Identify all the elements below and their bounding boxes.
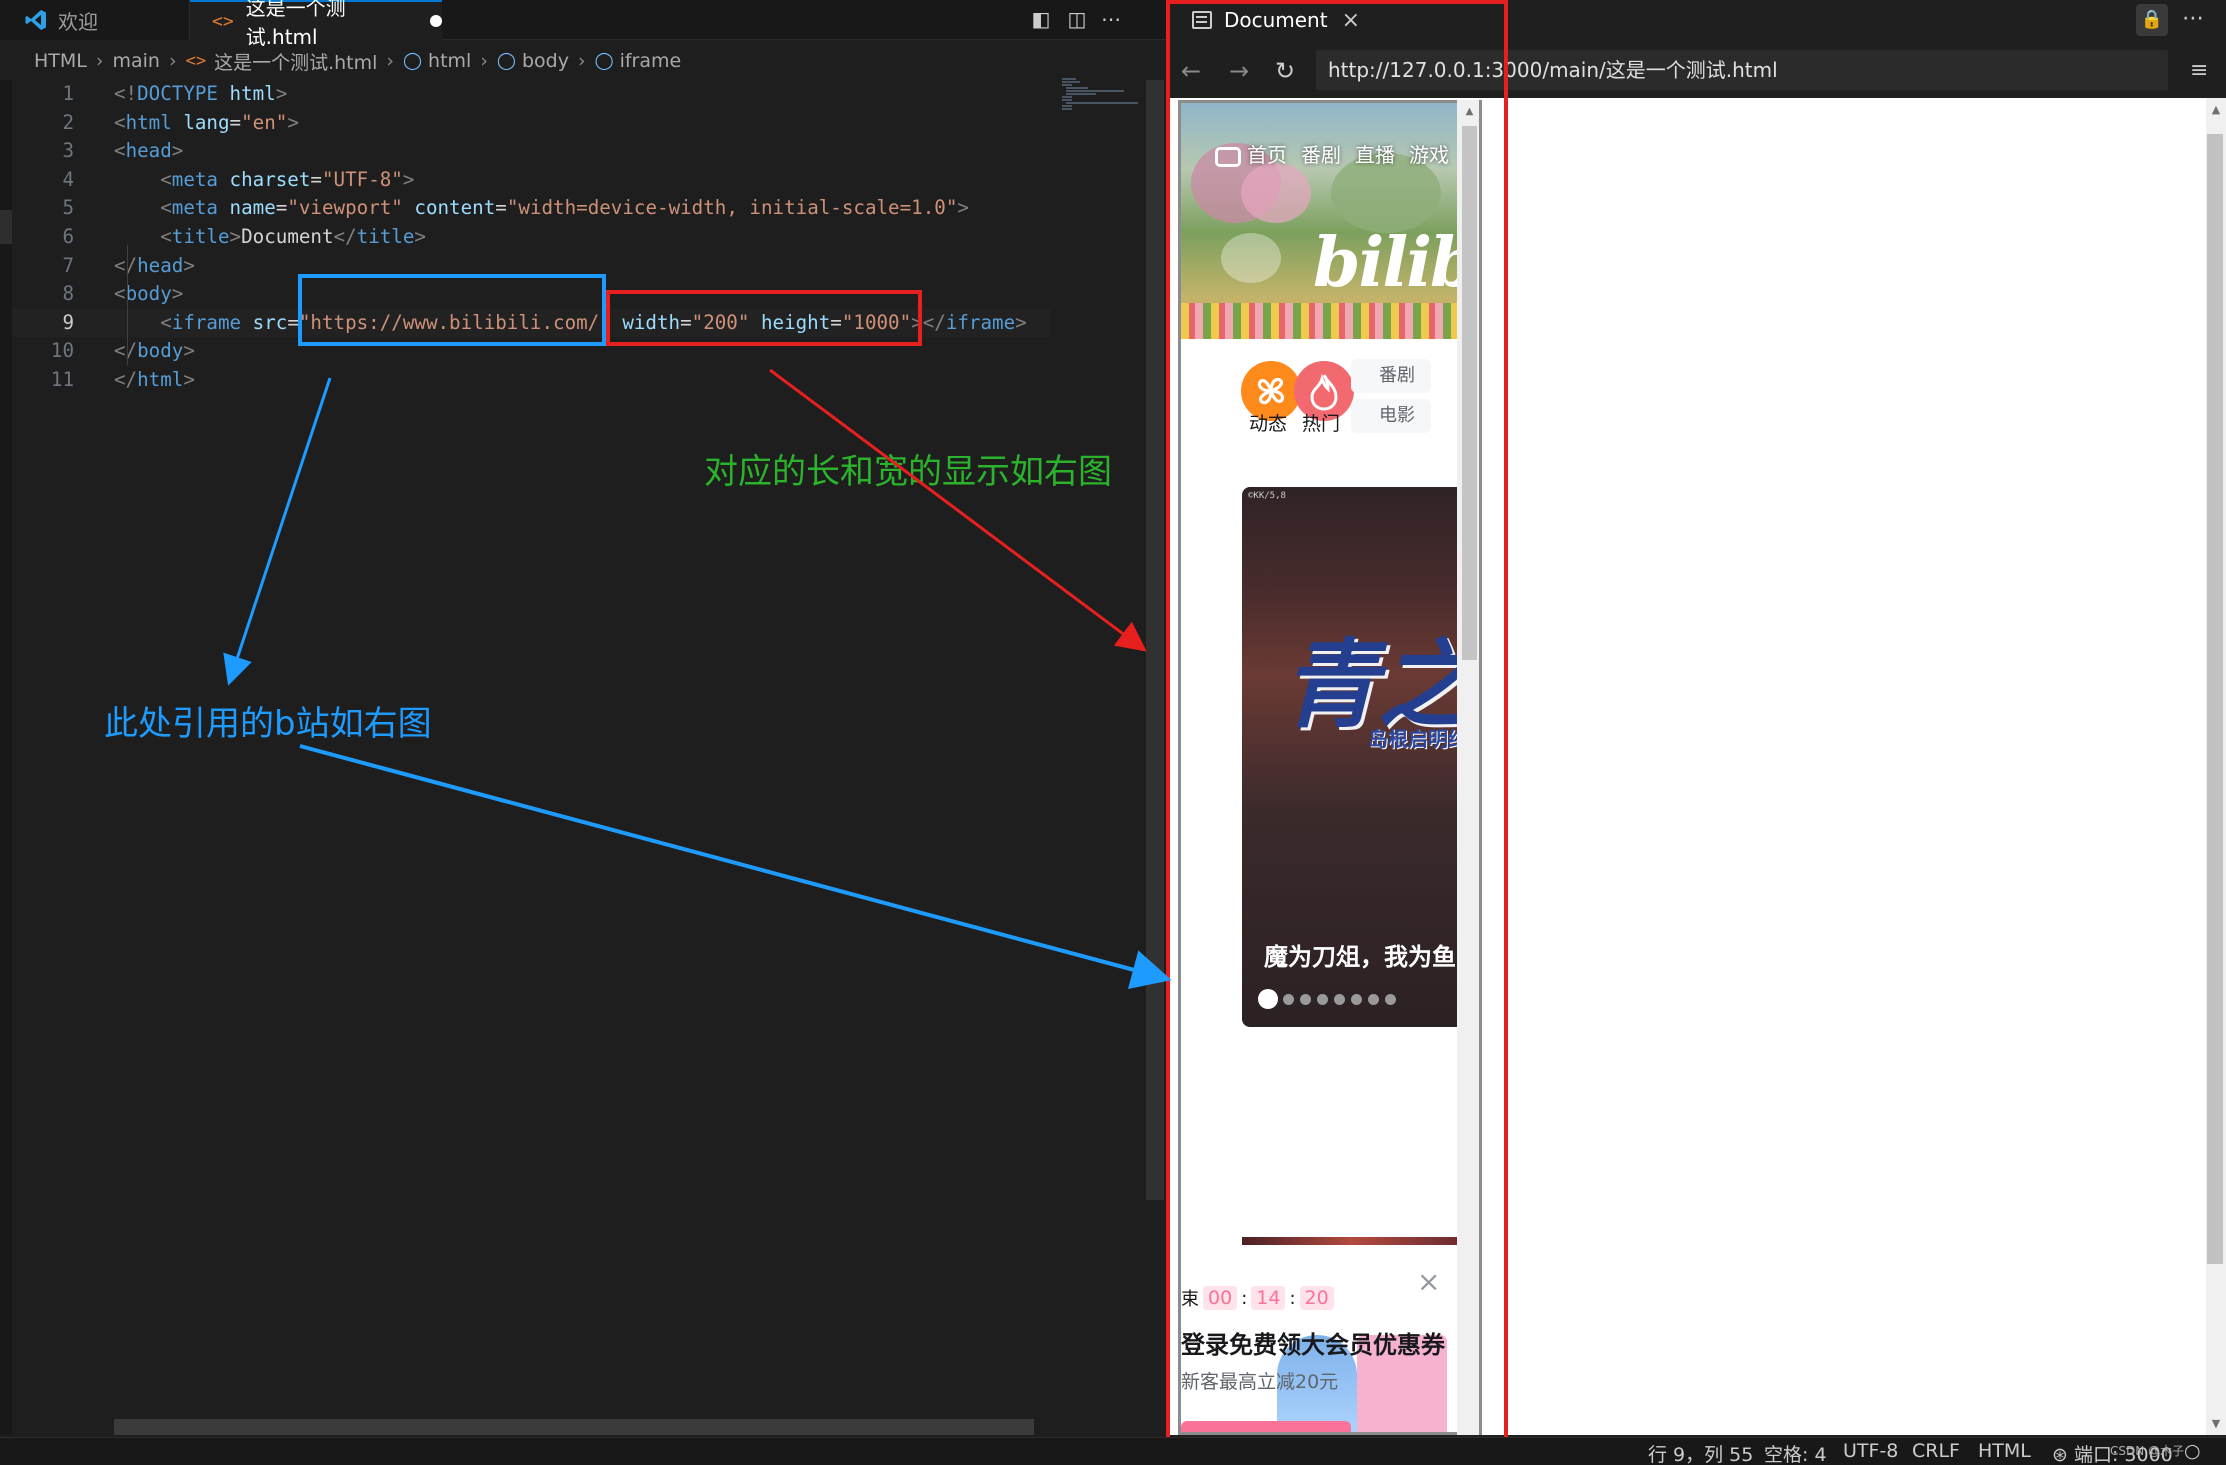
breadcrumb-item[interactable]: html [428, 50, 471, 72]
code-text: <head> [114, 139, 184, 163]
chevron-right-icon: › [480, 50, 488, 72]
vscode-icon [25, 10, 46, 30]
size-highlight-box [606, 290, 922, 346]
chevron-right-icon: › [577, 50, 586, 72]
annotation-size-note: 对应的长和宽的显示如右图 [704, 452, 1112, 492]
chevron-right-icon: › [95, 50, 104, 72]
line-number: 1 [62, 82, 74, 105]
more-actions-icon[interactable]: ⋯ [1100, 8, 1122, 30]
status-encoding[interactable]: UTF-8 [1843, 1440, 1898, 1462]
code-line[interactable]: 11 </html> [12, 366, 1050, 395]
tab-welcome[interactable]: 欢迎 [0, 0, 190, 40]
tab-html-file[interactable]: <> 这是一个测试.html [190, 0, 442, 49]
symbol-element-icon: ◯ [403, 51, 423, 71]
breadcrumb-item[interactable]: main [112, 50, 159, 72]
chevron-right-icon: › [386, 50, 394, 72]
code-text: <meta name="viewport" content="width=dev… [160, 196, 969, 220]
minimap[interactable] [1052, 76, 1152, 1426]
tab-welcome-label: 欢迎 [58, 9, 98, 34]
code-line[interactable]: 5 <meta name="viewport" content="width=d… [12, 194, 1050, 223]
line-number: 8 [62, 282, 74, 306]
unsaved-dot-icon[interactable] [430, 15, 442, 27]
line-number: 5 [62, 196, 74, 220]
open-preview-icon[interactable]: ◧ [1030, 8, 1052, 30]
code-text: <meta charset="UTF-8"> [160, 167, 415, 191]
status-indentation[interactable]: 空格: 4 [1764, 1440, 1827, 1465]
html-file-icon: <> [212, 10, 234, 32]
status-eol[interactable]: CRLF [1912, 1440, 1960, 1462]
scroll-down-arrow-icon[interactable]: ▼ [2210, 1418, 2222, 1430]
html-file-icon: <> [185, 51, 207, 71]
scroll-up-arrow-icon[interactable]: ▲ [2210, 104, 2222, 116]
line-number: 3 [62, 139, 74, 163]
watermark: CSDN @木子 [2110, 1444, 2185, 1458]
line-number: 10 [50, 339, 74, 363]
broadcast-icon: ⊛ [2052, 1444, 2074, 1465]
lock-icon[interactable]: 🔒 [2136, 4, 2168, 36]
symbol-element-icon: ◯ [496, 51, 516, 71]
page-scrollbar-thumb[interactable] [2207, 134, 2223, 1264]
code-line[interactable]: 1 <!DOCTYPE html> [12, 80, 1050, 109]
annotation-site-note: 此处引用的b站如右图 [104, 704, 432, 744]
line-number: 9 [62, 310, 74, 334]
more-actions-icon[interactable]: ⋯ [2182, 6, 2204, 31]
iframe-highlight-box [1166, 0, 1508, 1444]
split-editor-icon[interactable]: ◫ [1066, 8, 1088, 30]
line-number: 6 [62, 225, 74, 248]
line-number: 2 [62, 110, 74, 134]
status-language[interactable]: HTML [1978, 1440, 2031, 1462]
code-text: <title>Document</title> [160, 225, 426, 248]
symbol-element-icon: ◯ [594, 51, 614, 71]
bell-icon[interactable]: ○ [2184, 1440, 2201, 1462]
code-line[interactable]: 4 <meta charset="UTF-8"> [12, 166, 1050, 195]
editor-tab-bar: 欢迎 <> 这是一个测试.html ◧ ◫ ⋯ [0, 0, 1166, 49]
breadcrumb-item[interactable]: iframe [620, 50, 682, 72]
code-text: <html lang="en"> [114, 110, 299, 134]
editor-horizontal-scrollbar[interactable] [114, 1419, 1034, 1435]
tab-file-label: 这是一个测试.html [245, 0, 346, 49]
line-number: 7 [62, 253, 74, 277]
line-number: 4 [62, 167, 74, 191]
status-bar: 行 9，列 55 空格: 4 UTF-8 CRLF HTML ⊛ 端口: 300… [0, 1437, 2226, 1465]
gutter-marker [0, 210, 12, 244]
breadcrumb-item[interactable]: 这是一个测试.html [214, 48, 377, 75]
activity-gutter [0, 80, 12, 1435]
code-line[interactable]: 3 <head> [12, 137, 1050, 166]
line-number: 11 [50, 368, 74, 391]
src-highlight-box [298, 274, 606, 346]
menu-icon[interactable]: ≡ [2190, 58, 2208, 83]
code-line[interactable]: 6 <title>Document</title> [12, 223, 1050, 252]
breadcrumb-item[interactable]: HTML [34, 50, 87, 72]
status-cursor-position[interactable]: 行 9，列 55 [1648, 1440, 1753, 1465]
code-text: <body> [114, 282, 184, 306]
chevron-right-icon: › [168, 50, 177, 72]
breadcrumb-item[interactable]: body [522, 50, 569, 72]
breadcrumb: HTML › main › <> 这是一个测试.html › ◯ html › … [0, 44, 1150, 78]
code-text: <!DOCTYPE html> [114, 82, 288, 105]
code-text: </html> [114, 368, 195, 391]
indent-guide [127, 245, 128, 365]
editor-scrollbar[interactable] [1146, 80, 1164, 1200]
code-line[interactable]: 2 <html lang="en"> [12, 109, 1050, 138]
